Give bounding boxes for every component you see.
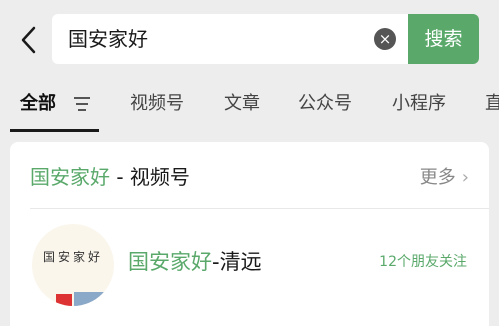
more-label: 更多 xyxy=(419,167,456,188)
account-name[interactable]: 国安家好-清远 xyxy=(128,248,262,276)
search-input[interactable]: 国安家好 × xyxy=(52,14,408,64)
tab-bar: 全部 视频号 文章 公众号 小程序 直 xyxy=(0,80,499,132)
chevron-right-icon: › xyxy=(461,167,469,188)
tab-articles[interactable]: 文章 xyxy=(224,92,260,116)
active-tab-indicator xyxy=(10,129,99,132)
avatar-logo-text: 国安家好 xyxy=(42,250,103,264)
search-header: 国安家好 × 搜索 xyxy=(0,0,499,80)
tab-official-accounts[interactable]: 公众号 xyxy=(298,92,352,116)
search-query[interactable]: 国安家好 xyxy=(68,26,148,52)
building-icon xyxy=(74,292,114,306)
divider xyxy=(30,208,489,209)
account-name-rest: -清远 xyxy=(212,250,262,274)
friends-following-label: 12个朋友关注 xyxy=(379,254,467,270)
tab-channels[interactable]: 视频号 xyxy=(130,92,184,116)
tab-mini-programs[interactable]: 小程序 xyxy=(392,92,446,116)
avatar[interactable]: 国安家好 xyxy=(32,224,114,306)
more-link[interactable]: 更多 › xyxy=(420,166,469,190)
channels-result-card: 国安家好 - 视频号 更多 › 国安家好 国安家好-清远 12个朋友关注 xyxy=(10,142,489,326)
section-title-highlight: 国安家好 xyxy=(30,165,110,189)
filter-icon[interactable] xyxy=(72,94,92,114)
section-title: 国安家好 - 视频号 xyxy=(30,164,190,190)
account-name-highlight: 国安家好 xyxy=(128,250,212,274)
search-button[interactable]: 搜索 xyxy=(408,14,479,64)
clear-icon[interactable]: × xyxy=(374,28,396,50)
chevron-left-icon[interactable] xyxy=(16,22,40,58)
tab-live[interactable]: 直 xyxy=(485,92,499,116)
section-title-rest: - 视频号 xyxy=(110,165,190,189)
flag-icon xyxy=(56,294,72,306)
tab-all[interactable]: 全部 xyxy=(20,92,56,116)
